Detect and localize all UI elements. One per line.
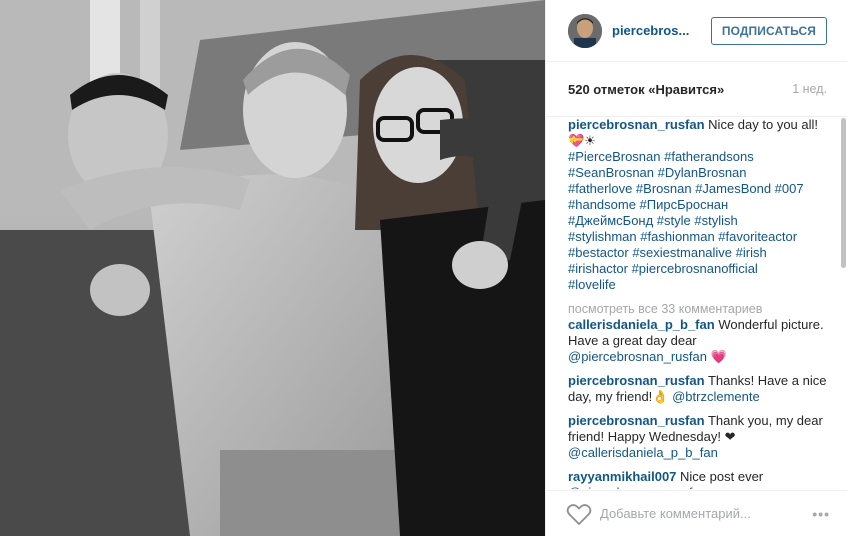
follow-button[interactable]: ПОДПИСАТЬСЯ — [710, 16, 827, 45]
heart-icon[interactable] — [566, 502, 592, 526]
hashtag-line[interactable]: #fatherlove #Brosnan #JamesBond #007 — [568, 181, 828, 197]
comment-username[interactable]: rayyanmikhail007 — [568, 469, 676, 484]
comment-username[interactable]: piercebrosnan_rusfan — [568, 413, 705, 428]
post-sidebar: piercebros... ПОДПИСАТЬСЯ 520 отметок «Н… — [545, 0, 847, 536]
post-footer: ••• — [546, 490, 847, 536]
avatar-image — [568, 13, 602, 48]
post-time[interactable]: 1 нед. — [792, 82, 827, 96]
comment-mention[interactable]: @btrzclemente — [672, 389, 760, 404]
black-and-white-photo — [0, 0, 545, 536]
comment-item: callerisdaniela_p_b_fan Wonderful pictur… — [568, 317, 828, 365]
comment-suffix: 💗 — [706, 349, 727, 364]
hashtag-line[interactable]: #ДжеймсБонд #style #stylish — [568, 213, 828, 229]
post-username[interactable]: piercebros... — [612, 23, 711, 38]
hashtag-line[interactable]: #lovelife — [568, 277, 828, 293]
hashtag-line[interactable]: #bestactor #sexiestmanalive #irish — [568, 245, 828, 261]
caption-username[interactable]: piercebrosnan_rusfan — [568, 117, 705, 132]
comments-scrollbar[interactable] — [840, 118, 846, 458]
instagram-post-modal: piercebros... ПОДПИСАТЬСЯ 520 отметок «Н… — [0, 0, 847, 536]
comment-mention[interactable]: @piercebrosnan_rusfan — [568, 349, 707, 364]
hashtag-line[interactable]: #stylishman #fashionman #favoriteactor — [568, 229, 828, 245]
hashtag-line[interactable]: #handsome #ПирсБроснан — [568, 197, 828, 213]
caption: piercebrosnan_rusfan Nice day to you all… — [568, 117, 828, 293]
hashtag-line[interactable]: #irishactor #piercebrosnanofficial — [568, 261, 828, 277]
scrollbar-thumb[interactable] — [841, 118, 846, 268]
post-header: piercebros... ПОДПИСАТЬСЯ — [546, 0, 847, 62]
comments-list[interactable]: piercebrosnan_rusfan Nice day to you all… — [546, 117, 847, 489]
post-photo[interactable] — [0, 0, 545, 536]
view-all-comments-link[interactable]: посмотреть все 33 комментариев — [568, 301, 828, 317]
comment-item: rayyanmikhail007 Nice post ever @pierceb… — [568, 469, 828, 489]
more-options-icon[interactable]: ••• — [812, 506, 830, 522]
add-comment-input[interactable] — [600, 506, 813, 521]
hashtag-line[interactable]: #PierceBrosnan #fatherandsons — [568, 149, 828, 165]
comment-mention[interactable]: @piercebrosnan_rusfan — [568, 485, 707, 489]
comment-item: piercebrosnan_rusfan Thanks! Have a nice… — [568, 373, 828, 405]
avatar[interactable] — [568, 13, 602, 48]
likes-count[interactable]: 520 отметок «Нравится» — [568, 82, 724, 97]
comment-mention[interactable]: @callerisdaniela_p_b_fan — [568, 445, 718, 460]
comment-item: piercebrosnan_rusfan Thank you, my dear … — [568, 413, 828, 461]
hashtag-line[interactable]: #SeanBrosnan #DylanBrosnan — [568, 165, 828, 181]
comment-text: Nice post ever — [680, 469, 764, 484]
comment-username[interactable]: callerisdaniela_p_b_fan — [568, 317, 715, 332]
comment-items: callerisdaniela_p_b_fan Wonderful pictur… — [568, 317, 828, 489]
caption-hashtags: #PierceBrosnan #fatherandsons #SeanBrosna… — [568, 149, 828, 293]
post-stats: 520 отметок «Нравится» 1 нед. — [546, 62, 847, 117]
comment-username[interactable]: piercebrosnan_rusfan — [568, 373, 705, 388]
